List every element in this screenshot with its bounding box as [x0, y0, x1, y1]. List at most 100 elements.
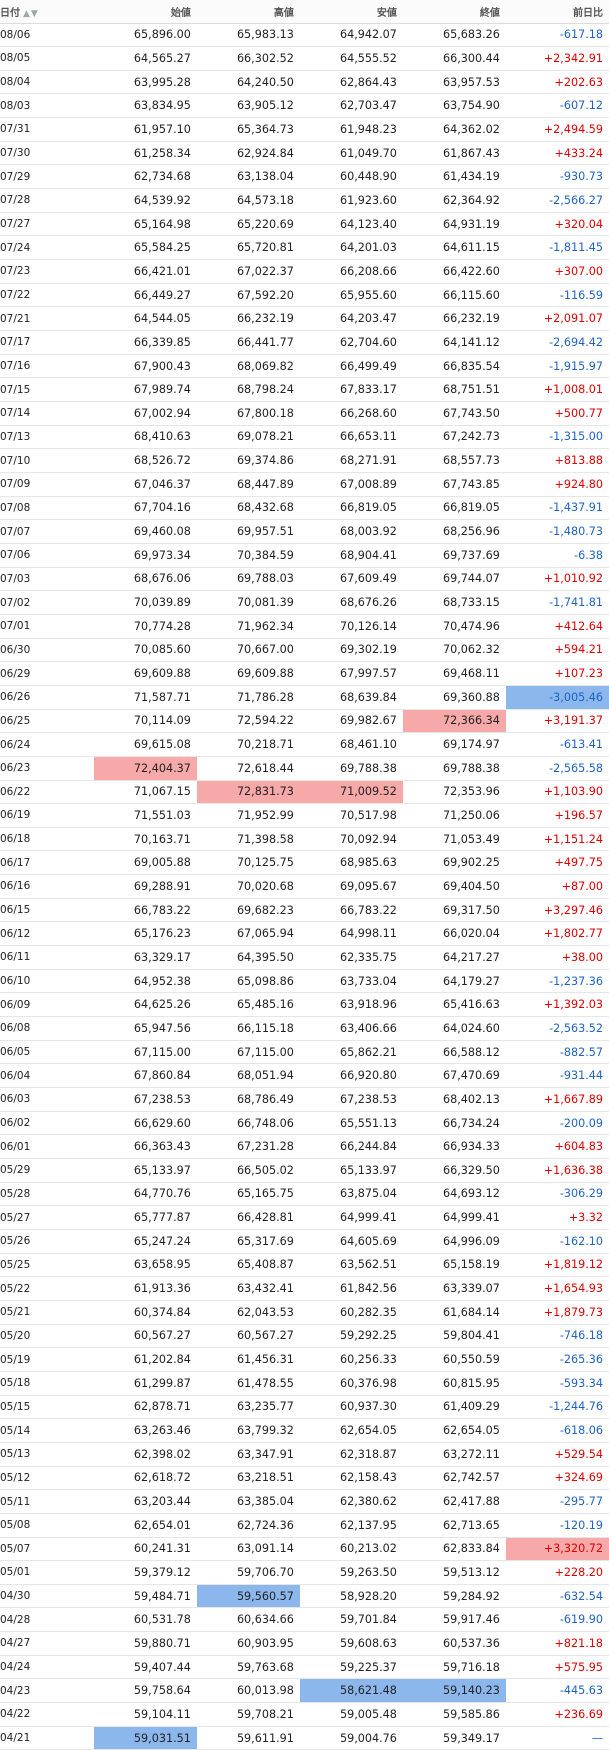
close-cell: 68,256.96 [402, 519, 506, 544]
open-cell: 59,758.64 [93, 1678, 197, 1704]
close-cell: 65,683.26 [402, 23, 506, 48]
date-cell: 07/10 [0, 448, 94, 473]
high-cell: 68,069.82 [196, 354, 300, 379]
close-cell: 59,349.17 [402, 1726, 506, 1750]
open-cell: 69,005.88 [93, 850, 197, 876]
table-header: 日付 ▲▼ 始値 高値 安値 終値 前日比 [0, 0, 609, 24]
high-cell: 63,235.77 [196, 1395, 300, 1420]
table-row: 06/18 70,163.71 71,398.58 70,092.94 71,053.4… [0, 827, 609, 852]
open-cell: 64,565.27 [93, 46, 197, 71]
date-cell: 06/18 [0, 827, 94, 852]
change-cell: -882.57 [505, 1040, 609, 1065]
high-cell: 65,408.87 [196, 1253, 300, 1278]
change-cell: -445.63 [505, 1678, 609, 1704]
open-cell: 62,398.02 [93, 1442, 197, 1467]
table-row: 06/30 70,085.60 70,667.00 69,302.19 70,062.3… [0, 638, 609, 663]
high-cell: 70,020.68 [196, 874, 300, 899]
change-cell: -593.34 [505, 1371, 609, 1396]
date-cell: 08/04 [0, 70, 94, 95]
date-cell: 06/30 [0, 638, 94, 663]
high-cell: 63,385.04 [196, 1489, 300, 1514]
change-cell: +3,320.72 [505, 1537, 609, 1562]
close-cell: 66,232.19 [402, 306, 506, 332]
open-column-header[interactable]: 始値 [93, 0, 197, 24]
date-column-header[interactable]: 日付 ▲▼ [0, 0, 94, 24]
low-column-header[interactable]: 安値 [299, 0, 403, 24]
low-cell: 67,238.53 [299, 1087, 403, 1112]
low-cell: 58,928.20 [299, 1584, 403, 1609]
change-column-header[interactable]: 前日比 [505, 0, 609, 24]
table-row: 05/26 65,247.24 65,317.69 64,605.69 64,996.0… [0, 1229, 609, 1254]
low-cell: 61,842.56 [299, 1276, 403, 1301]
open-cell: 59,031.51 [93, 1726, 197, 1750]
low-cell: 59,292.25 [299, 1324, 403, 1349]
open-cell: 65,176.23 [93, 921, 197, 947]
change-cell: +1,654.93 [505, 1276, 609, 1301]
table-row: 04/27 59,880.71 60,903.95 59,608.63 60,537.3… [0, 1631, 609, 1656]
open-cell: 66,449.27 [93, 283, 197, 308]
low-cell: 65,133.97 [299, 1158, 403, 1183]
close-cell: 65,158.19 [402, 1253, 506, 1278]
low-cell: 70,092.94 [299, 827, 403, 852]
high-cell: 66,115.18 [196, 1016, 300, 1041]
change-cell: -1,811.45 [505, 235, 609, 261]
date-cell: 05/28 [0, 1182, 94, 1207]
change-cell: +821.18 [505, 1631, 609, 1656]
date-cell: 07/01 [0, 614, 94, 639]
change-cell: -120.19 [505, 1513, 609, 1538]
table-row: 06/24 69,615.08 70,218.71 68,461.10 69,174.9… [0, 732, 609, 757]
date-cell: 06/16 [0, 874, 94, 899]
change-cell: +1,392.03 [505, 992, 609, 1018]
high-cell: 70,218.71 [196, 732, 300, 757]
close-cell: 69,174.97 [402, 732, 506, 757]
close-cell: 62,654.05 [402, 1418, 506, 1443]
close-cell: 61,684.14 [402, 1300, 506, 1325]
high-column-header[interactable]: 高値 [196, 0, 300, 24]
high-cell: 60,013.98 [196, 1678, 300, 1704]
close-cell: 61,867.43 [402, 141, 506, 166]
open-cell: 62,878.71 [93, 1395, 197, 1420]
high-cell: 60,567.27 [196, 1324, 300, 1349]
close-cell: 69,902.25 [402, 850, 506, 876]
low-cell: 60,256.33 [299, 1347, 403, 1372]
close-cell: 62,742.57 [402, 1466, 506, 1491]
high-cell: 61,478.55 [196, 1371, 300, 1396]
low-cell: 62,380.62 [299, 1489, 403, 1514]
open-cell: 65,247.24 [93, 1229, 197, 1254]
high-cell: 61,456.31 [196, 1347, 300, 1372]
table-row: 05/08 62,654.01 62,724.36 62,137.95 62,713.6… [0, 1513, 609, 1538]
low-cell: 59,225.37 [299, 1655, 403, 1680]
low-cell: 66,244.84 [299, 1134, 403, 1159]
table-row: 06/29 69,609.88 69,609.88 67,997.57 69,468.1… [0, 661, 609, 686]
change-cell: +2,091.07 [505, 306, 609, 332]
open-cell: 62,734.68 [93, 164, 197, 190]
close-cell: 60,550.59 [402, 1347, 506, 1372]
sort-icon[interactable]: ▲▼ [23, 9, 39, 19]
change-cell: +1,802.77 [505, 921, 609, 947]
low-cell: 66,920.80 [299, 1063, 403, 1089]
change-cell: -1,741.81 [505, 590, 609, 615]
high-cell: 59,611.91 [196, 1726, 300, 1750]
high-cell: 68,432.68 [196, 496, 300, 521]
close-column-header[interactable]: 終値 [402, 0, 506, 24]
table-row: 06/05 67,115.00 67,115.00 65,862.21 66,588.1… [0, 1040, 609, 1065]
date-cell: 08/03 [0, 93, 94, 119]
date-cell: 04/21 [0, 1726, 94, 1750]
close-cell: 66,734.24 [402, 1111, 506, 1136]
low-cell: 66,208.66 [299, 259, 403, 284]
low-cell: 64,201.03 [299, 235, 403, 261]
table-row: 05/19 61,202.84 61,456.31 60,256.33 60,550.5… [0, 1347, 609, 1372]
date-cell: 06/22 [0, 780, 94, 805]
low-cell: 65,862.21 [299, 1040, 403, 1065]
table-row: 08/04 63,995.28 64,240.50 62,864.43 63,957.5… [0, 70, 609, 95]
low-cell: 60,376.98 [299, 1371, 403, 1396]
date-cell: 07/07 [0, 519, 94, 544]
close-cell: 69,468.11 [402, 661, 506, 686]
close-cell: 64,217.27 [402, 945, 506, 970]
close-cell: 59,917.46 [402, 1607, 506, 1633]
close-cell: 71,250.06 [402, 803, 506, 828]
date-cell: 07/14 [0, 401, 94, 426]
table-row: 06/10 64,952.38 65,098.86 63,733.04 64,179.2… [0, 969, 609, 994]
date-cell: 07/16 [0, 354, 94, 379]
change-cell: -295.77 [505, 1489, 609, 1514]
